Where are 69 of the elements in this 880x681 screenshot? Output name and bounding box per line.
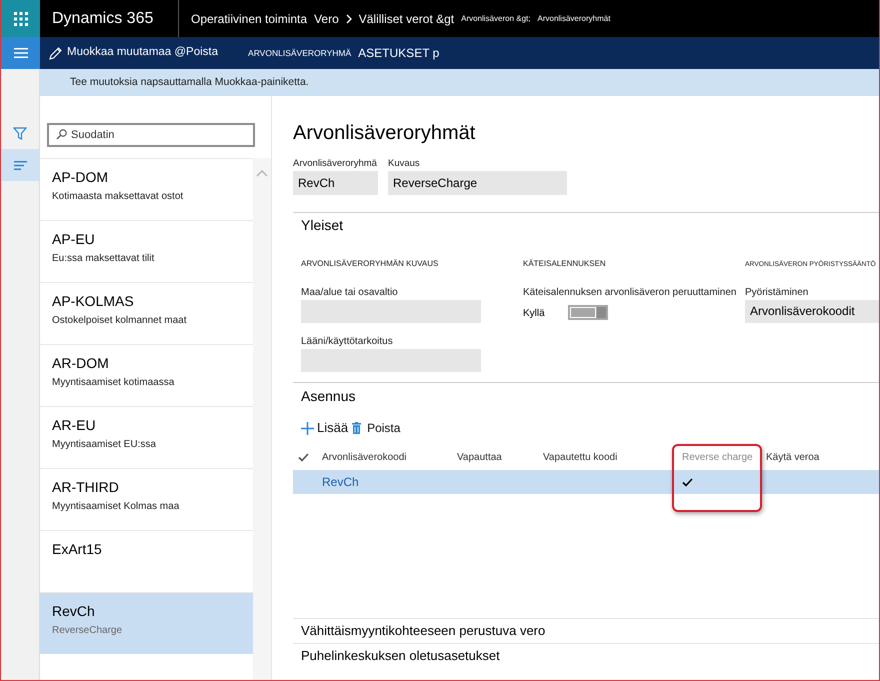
breadcrumb-link[interactable]: Vero (314, 10, 339, 28)
item-description: Ostokelpoiset kolmannet maat (52, 314, 188, 328)
field-label: Lääni/käyttötarkoitus (301, 335, 394, 348)
toggle-state-label: Kyllä (523, 308, 545, 320)
item-description: Myyntisaamiset EU:ssa (52, 438, 157, 452)
group-heading: KÄTEISALENNUKSEN (523, 259, 606, 269)
item-title: AR-DOM (52, 354, 110, 372)
section-title[interactable]: Asennus (301, 384, 356, 405)
field-label: Käteisalennuksen arvonlisäveron peruuttaminen (523, 286, 738, 299)
check-icon[interactable] (298, 452, 309, 462)
item-description: ReverseCharge (52, 624, 124, 638)
item-description: Kotimaasta maksettavat ostot (52, 190, 184, 204)
delete-button[interactable]: Poista (352, 419, 400, 437)
group-heading: ARVONLISÄVERORYHMÄN KUVAUS (301, 259, 438, 269)
breadcrumb-link[interactable]: Arvonlisäveron &gt; (461, 12, 530, 24)
plus-icon (301, 422, 314, 434)
section-header[interactable]: Puhelinkeskuksen oletusasetukset (293, 643, 879, 668)
input-field[interactable] (301, 349, 481, 372)
field-label: Pyöristäminen (745, 286, 810, 299)
search-icon (56, 129, 67, 140)
column-header[interactable]: Reverse charge (682, 450, 753, 464)
app-name: Dynamics 365 (52, 8, 154, 28)
trash-icon (352, 422, 362, 434)
breadcrumb-link[interactable]: Arvonlisäveroryhmät (538, 12, 610, 24)
code-link[interactable]: RevCh (322, 473, 359, 491)
list-icon (14, 160, 26, 170)
caret-up-icon[interactable] (256, 170, 268, 177)
item-description: Myyntisaamiset Kolmas maa (52, 500, 180, 514)
field-label: Kuvaus (388, 157, 421, 170)
list-button[interactable] (1, 149, 39, 181)
item-title: AP-KOLMAS (52, 292, 135, 310)
item-description: Eu:ssa maksettavat tilit (52, 252, 156, 266)
input-field[interactable]: RevCh (293, 171, 378, 195)
menu-icon (14, 48, 28, 58)
grid-icon (14, 12, 28, 26)
action-tab[interactable]: ARVONLISÄVERORYHMÄ (248, 37, 352, 69)
item-title: RevCh (52, 602, 96, 620)
item-title: AR-EU (52, 416, 97, 434)
list-item[interactable]: RevCh ReverseCharge (40, 592, 253, 654)
page-title: Arvonlisäveroryhmät (293, 121, 476, 145)
breadcrumb-link[interactable]: Operatiivinen toiminta (191, 10, 308, 28)
table-row[interactable]: RevCh (293, 470, 879, 494)
toggle-switch[interactable] (568, 304, 608, 320)
edit-button[interactable]: Muokkaa muutamaa @Poista (40, 37, 218, 69)
menu-button[interactable] (1, 37, 40, 69)
dropdown-field[interactable]: Arvonlisäverokoodit (745, 300, 879, 323)
item-title: AR-THIRD (52, 478, 120, 496)
app-launcher-button[interactable] (1, 0, 40, 37)
item-title: ExArt15 (52, 540, 103, 558)
column-header[interactable]: Vapautettu koodi (543, 450, 618, 464)
input-field[interactable]: ReverseCharge (388, 171, 567, 195)
column-header[interactable]: Vapauttaa (457, 450, 502, 464)
add-button[interactable]: Lisää (301, 418, 348, 438)
section-title[interactable]: Yleiset (301, 213, 344, 234)
item-title: AP-EU (52, 230, 96, 248)
search-field[interactable]: Suodatin (47, 123, 255, 147)
action-tab[interactable]: ASETUKSET p (358, 37, 440, 69)
filter-icon (13, 126, 27, 140)
section-header[interactable]: Vähittäismyyntikohteeseen perustuva vero (293, 618, 879, 643)
column-header[interactable]: Arvonlisäverokoodi (322, 450, 406, 464)
breadcrumb-link[interactable]: Välilliset verot &gt (358, 10, 454, 28)
item-description: Myyntisaamiset kotimaassa (52, 376, 176, 390)
item-title: AP-DOM (52, 168, 109, 186)
input-field[interactable] (301, 300, 481, 323)
pencil-icon (49, 46, 62, 60)
column-header[interactable]: Käytä veroa (766, 450, 820, 464)
field-label: Arvonlisäveroryhmä (293, 157, 378, 170)
message-bar: Tee muutoksia napsauttamalla Muokkaa-painiketta. (40, 69, 879, 96)
field-label: Maa/alue tai osavaltio (301, 286, 399, 299)
